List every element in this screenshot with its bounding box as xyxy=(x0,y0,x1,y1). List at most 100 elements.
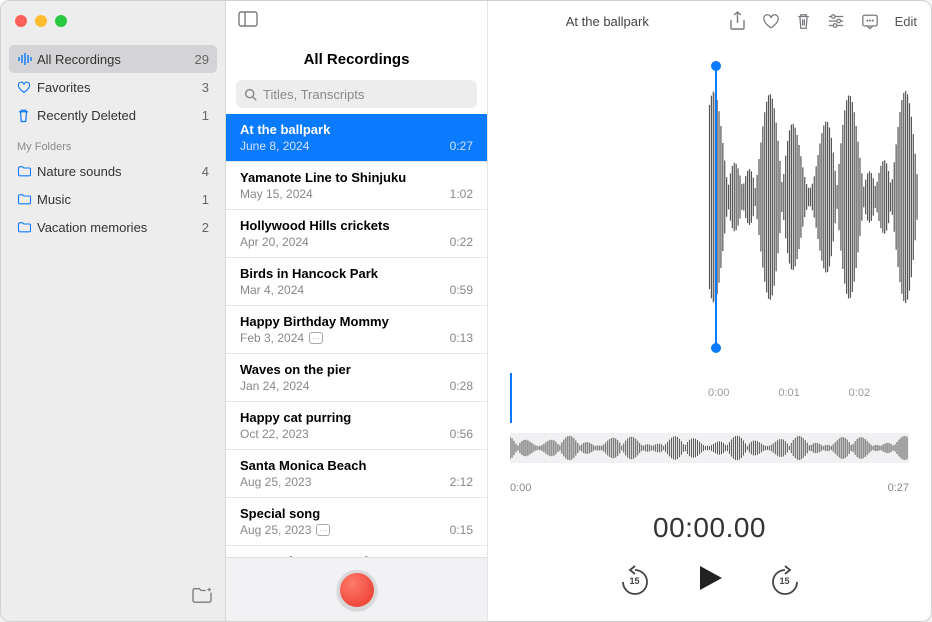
recording-title: Yamanote Line to Shinjuku xyxy=(240,170,473,185)
heart-icon xyxy=(17,81,37,94)
scrub-time-start: 0:00 xyxy=(510,482,531,494)
recording-date: Mar 4, 2024 xyxy=(240,283,304,297)
sidebar-item-count: 2 xyxy=(202,220,209,235)
recording-duration: 0:56 xyxy=(450,427,473,441)
sidebar-item-label: Nature sounds xyxy=(37,164,202,179)
trim-start-line[interactable] xyxy=(715,65,717,345)
overview-time-ticks: 0:00 0:01 0:02 xyxy=(708,387,919,399)
favorite-button[interactable] xyxy=(762,13,780,30)
sidebar-item-recently-deleted[interactable]: Recently Deleted1 xyxy=(9,101,217,129)
recording-date: Feb 3, 2024 xyxy=(240,331,304,345)
recording-row[interactable]: Happy cat purring Oct 22, 2023 0:56 xyxy=(226,402,487,450)
detail-pane: At the ballpark Edit 0:00 xyxy=(488,1,931,621)
edit-button[interactable]: Edit xyxy=(895,14,917,29)
folder-icon xyxy=(17,193,37,205)
sidebar-folder-vacation-memories[interactable]: Vacation memories2 xyxy=(9,213,217,241)
sidebar-folders-header: My Folders xyxy=(9,129,217,157)
minimize-window-button[interactable] xyxy=(35,15,47,27)
recordings-column-title: All Recordings xyxy=(226,41,487,80)
sidebar-item-all-recordings[interactable]: All Recordings29 xyxy=(9,45,217,73)
sidebar-item-count: 29 xyxy=(195,52,209,67)
recording-title: Special song xyxy=(240,506,473,521)
recording-title: Santa Monica Beach xyxy=(240,458,473,473)
new-folder-button[interactable] xyxy=(191,586,213,609)
recording-row[interactable]: At the ballpark June 8, 2024 0:27 xyxy=(226,114,487,162)
waveform-overview[interactable]: 0:00 0:01 0:02 xyxy=(488,41,931,409)
recording-duration: 0:13 xyxy=(450,331,473,345)
recording-title: Happy Birthday Mommy xyxy=(240,314,473,329)
fullscreen-window-button[interactable] xyxy=(55,15,67,27)
recording-duration: 2:12 xyxy=(450,475,473,489)
recording-date: June 8, 2024 xyxy=(240,139,309,153)
waveform-icon xyxy=(17,53,37,65)
recording-row[interactable]: Special song Aug 25, 2023 ⋯ 0:15 xyxy=(226,498,487,546)
folder-icon xyxy=(17,221,37,233)
recording-row[interactable]: Birds in Hancock Park Mar 4, 2024 0:59 xyxy=(226,258,487,306)
share-button[interactable] xyxy=(729,11,746,31)
recording-row[interactable]: Santa Monica Beach Aug 25, 2023 2:12 xyxy=(226,450,487,498)
recording-title[interactable]: At the ballpark xyxy=(502,14,713,29)
toggle-sidebar-button[interactable] xyxy=(238,11,258,32)
folder-icon xyxy=(17,165,37,177)
sidebar-item-label: Favorites xyxy=(37,80,202,95)
recording-date: Aug 25, 2023 xyxy=(240,523,311,537)
sidebar: All Recordings29Favorites3Recently Delet… xyxy=(1,1,226,621)
sidebar-list: All Recordings29Favorites3Recently Delet… xyxy=(1,45,225,574)
window-controls xyxy=(1,1,225,45)
recording-title: At the ballpark xyxy=(240,122,473,137)
sidebar-item-favorites[interactable]: Favorites3 xyxy=(9,73,217,101)
recording-date: Aug 25, 2023 xyxy=(240,475,311,489)
play-button[interactable] xyxy=(694,562,726,599)
recording-duration: 0:28 xyxy=(450,379,473,393)
voice-memos-window: All Recordings29Favorites3Recently Delet… xyxy=(0,0,932,622)
recording-row[interactable]: Happy Birthday Mommy Feb 3, 2024 ⋯ 0:13 xyxy=(226,306,487,354)
sidebar-item-count: 4 xyxy=(202,164,209,179)
recording-duration: 0:59 xyxy=(450,283,473,297)
recording-date: Apr 20, 2024 xyxy=(240,235,309,249)
sidebar-item-count: 3 xyxy=(202,80,209,95)
recording-duration: 0:15 xyxy=(450,523,473,537)
recording-row[interactable]: Yamanote Line to Shinjuku May 15, 2024 1:0… xyxy=(226,162,487,210)
sidebar-item-label: Vacation memories xyxy=(37,220,202,235)
trim-start-handle[interactable] xyxy=(711,61,721,71)
transcript-badge-icon: ⋯ xyxy=(316,524,330,536)
playback-settings-button[interactable] xyxy=(827,13,845,29)
sidebar-item-label: Music xyxy=(37,192,202,207)
recording-date: May 15, 2024 xyxy=(240,187,313,201)
trash-icon xyxy=(17,108,37,123)
recording-title: Hollywood Hills crickets xyxy=(240,218,473,233)
recording-title: Birds in Hancock Park xyxy=(240,266,473,281)
delete-button[interactable] xyxy=(796,12,811,30)
recording-duration: 0:22 xyxy=(450,235,473,249)
sidebar-item-count: 1 xyxy=(202,192,209,207)
scrub-area[interactable]: 0:00 0:27 xyxy=(488,409,931,494)
close-window-button[interactable] xyxy=(15,15,27,27)
transcript-badge-icon: ⋯ xyxy=(309,332,323,344)
sidebar-folder-music[interactable]: Music1 xyxy=(9,185,217,213)
skip-back-button[interactable]: 15 xyxy=(618,564,652,598)
search-icon xyxy=(244,88,257,101)
recording-row[interactable]: Waves on the pier Jan 24, 2024 0:28 xyxy=(226,354,487,402)
recording-date: Oct 22, 2023 xyxy=(240,427,309,441)
recording-title: Waves on the pier xyxy=(240,362,473,377)
skip-forward-button[interactable]: 15 xyxy=(768,564,802,598)
search-field[interactable] xyxy=(236,80,477,108)
transcript-button[interactable] xyxy=(861,13,879,30)
sidebar-item-label: All Recordings xyxy=(37,52,195,67)
recordings-list[interactable]: At the ballpark June 8, 2024 0:27 Yamanote … xyxy=(226,114,487,557)
sidebar-folder-nature-sounds[interactable]: Nature sounds4 xyxy=(9,157,217,185)
recordings-column: All Recordings At the ballpark June 8, 20… xyxy=(226,1,488,621)
search-input[interactable] xyxy=(263,87,469,102)
recording-row[interactable]: Parrots in Buenos Aires xyxy=(226,546,487,557)
time-counter: 00:00.00 xyxy=(488,512,931,544)
sidebar-item-count: 1 xyxy=(202,108,209,123)
scrub-time-end: 0:27 xyxy=(888,482,909,494)
record-button[interactable] xyxy=(337,570,377,610)
recording-duration: 0:27 xyxy=(450,139,473,153)
recording-duration: 1:02 xyxy=(450,187,473,201)
sidebar-item-label: Recently Deleted xyxy=(37,108,202,123)
trim-start-handle-bottom[interactable] xyxy=(711,343,721,353)
recording-row[interactable]: Hollywood Hills crickets Apr 20, 2024 0:22 xyxy=(226,210,487,258)
recording-title: Happy cat purring xyxy=(240,410,473,425)
recording-date: Jan 24, 2024 xyxy=(240,379,309,393)
